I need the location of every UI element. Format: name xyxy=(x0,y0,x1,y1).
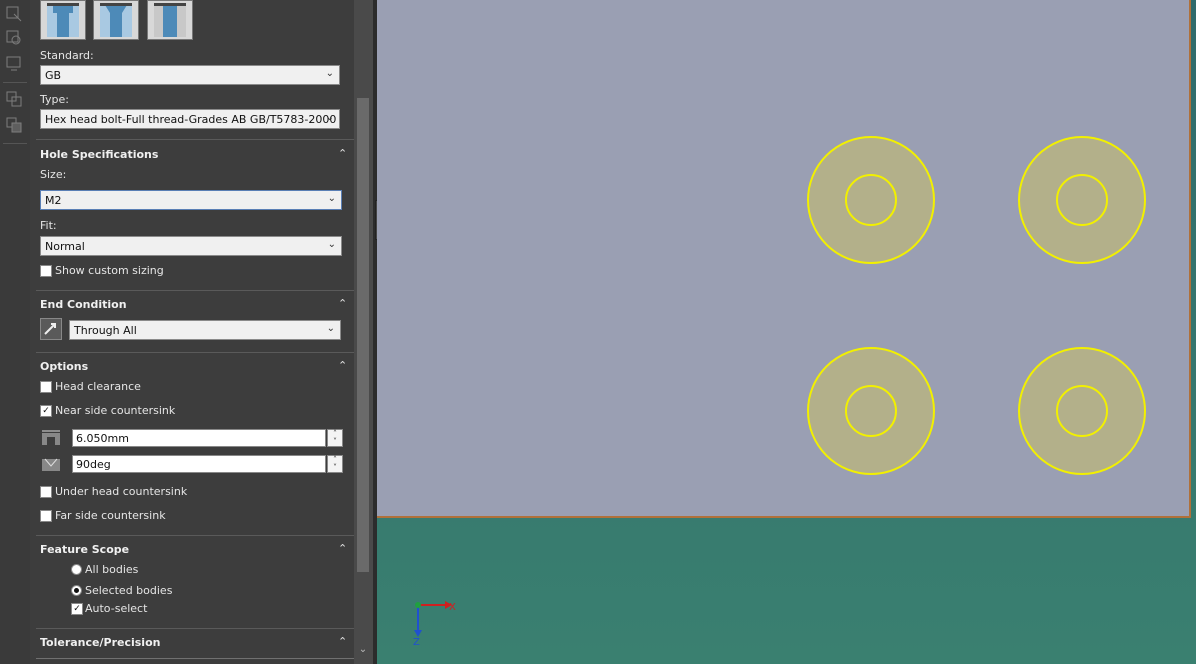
straight-hole-button[interactable] xyxy=(147,0,193,40)
collapse-up-icon[interactable]: ⌃ xyxy=(338,360,350,371)
divider xyxy=(36,290,354,291)
collapse-up-icon[interactable]: ⌃ xyxy=(338,636,350,647)
paste-icon[interactable] xyxy=(5,116,23,134)
edit-sketch-icon[interactable] xyxy=(5,5,23,23)
size-select[interactable]: M2 ⌄ xyxy=(40,190,342,210)
x-axis-label: X xyxy=(449,602,456,613)
radio-dot xyxy=(74,588,79,593)
collapse-up-icon[interactable]: ⌃ xyxy=(338,148,350,159)
all-bodies-label: All bodies xyxy=(85,563,139,576)
custom-sizing-checkbox[interactable] xyxy=(40,265,52,277)
hole-spec-title: Hole Specifications xyxy=(40,148,159,161)
head-clearance-checkbox[interactable] xyxy=(40,381,52,393)
selected-bodies-radio[interactable] xyxy=(71,585,82,596)
counterbore-button[interactable] xyxy=(40,0,86,40)
divider xyxy=(36,139,354,140)
hole-preview-4[interactable] xyxy=(1018,347,1146,475)
z-axis-label: Z xyxy=(413,637,420,648)
collapse-up-icon[interactable]: ⌃ xyxy=(338,298,350,309)
type-label: Type: xyxy=(40,93,69,106)
type-value: Hex head bolt-Full thread-Grades AB GB/T… xyxy=(45,113,337,126)
diameter-spinner[interactable]: ˄ ˅ xyxy=(327,429,343,447)
scroll-down-arrow-icon[interactable]: ⌄ xyxy=(357,644,369,658)
countersink-angle-icon xyxy=(42,458,60,471)
end-condition-title: End Condition xyxy=(40,298,127,311)
countersink-button[interactable] xyxy=(93,0,139,40)
far-side-countersink-checkbox[interactable] xyxy=(40,510,52,522)
chevron-down-icon: ⌄ xyxy=(325,112,334,123)
coordinate-triad-icon: X Z xyxy=(413,601,456,648)
chevron-down-icon: ⌄ xyxy=(326,323,335,334)
size-label: Size: xyxy=(40,168,67,181)
auto-select-label: Auto-select xyxy=(85,602,148,615)
custom-sizing-label: Show custom sizing xyxy=(55,264,164,277)
end-condition-value: Through All xyxy=(74,324,137,337)
collapse-up-icon[interactable]: ⌃ xyxy=(338,543,350,554)
command-strip xyxy=(0,0,30,664)
copy-icon[interactable] xyxy=(5,90,23,108)
tolerance-title: Tolerance/Precision xyxy=(40,636,161,649)
hole-preview-1[interactable] xyxy=(807,136,935,264)
divider xyxy=(36,535,354,536)
countersink-angle-input[interactable]: 90deg xyxy=(72,455,326,473)
scroll-thumb[interactable] xyxy=(357,98,369,572)
hole-preview-2[interactable] xyxy=(1018,136,1146,264)
standard-value: GB xyxy=(45,69,62,82)
chevron-down-icon: ⌄ xyxy=(327,193,336,204)
options-title: Options xyxy=(40,360,89,373)
divider xyxy=(36,628,354,629)
countersink-diameter-icon xyxy=(42,430,60,445)
head-clearance-label: Head clearance xyxy=(55,380,141,393)
all-bodies-radio[interactable] xyxy=(71,564,82,575)
under-head-countersink-label: Under head countersink xyxy=(55,485,188,498)
chevron-down-icon: ⌄ xyxy=(327,239,336,250)
angle-spinner[interactable]: ˄ ˅ xyxy=(327,455,343,473)
panel-scrollbar[interactable]: ⌄ xyxy=(354,0,373,664)
divider xyxy=(36,352,354,353)
fit-value: Normal xyxy=(45,240,85,253)
type-select[interactable]: Hex head bolt-Full thread-Grades AB GB/T… xyxy=(40,109,340,129)
fit-label: Fit: xyxy=(40,219,57,232)
strip-divider xyxy=(3,143,27,144)
near-side-countersink-label: Near side countersink xyxy=(55,404,176,417)
reverse-direction-icon xyxy=(44,323,56,335)
graphics-viewport[interactable]: X Z xyxy=(377,0,1196,664)
fit-select[interactable]: Normal ⌄ xyxy=(40,236,342,256)
near-side-countersink-checkbox[interactable]: ✓ xyxy=(40,405,52,417)
standard-label: Standard: xyxy=(40,49,94,62)
divider xyxy=(36,658,354,659)
standard-select[interactable]: GB ⌄ xyxy=(40,65,340,85)
auto-select-checkbox[interactable]: ✓ xyxy=(71,603,83,615)
counterbore-icon xyxy=(47,3,79,37)
selected-bodies-label: Selected bodies xyxy=(85,584,173,597)
far-side-countersink-label: Far side countersink xyxy=(55,509,166,522)
straight-hole-icon xyxy=(154,3,186,37)
edit-feature-icon[interactable] xyxy=(5,29,23,47)
countersink-diameter-input[interactable]: 6.050mm xyxy=(72,429,326,447)
chevron-down-icon: ⌄ xyxy=(325,68,334,79)
end-condition-select[interactable]: Through All ⌄ xyxy=(69,320,341,340)
countersink-icon xyxy=(100,3,132,37)
size-value: M2 xyxy=(45,194,62,207)
feature-scope-title: Feature Scope xyxy=(40,543,130,556)
view-icon[interactable] xyxy=(5,55,23,73)
under-head-countersink-checkbox[interactable] xyxy=(40,486,52,498)
hole-preview-layer: X Z xyxy=(413,136,1146,648)
strip-divider xyxy=(3,82,27,83)
hole-wizard-panel: Standard: GB ⌄ Type: Hex head bolt-Full … xyxy=(30,0,354,664)
hole-preview-3[interactable] xyxy=(807,347,935,475)
reverse-direction-button[interactable] xyxy=(40,318,62,340)
